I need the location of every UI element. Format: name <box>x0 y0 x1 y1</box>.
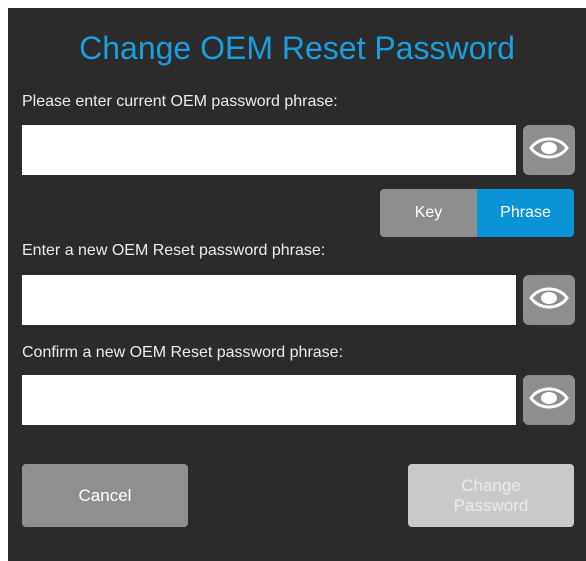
cancel-button[interactable]: Cancel <box>22 464 188 527</box>
current-password-input[interactable] <box>22 125 516 175</box>
current-password-label: Please enter current OEM password phrase… <box>22 93 338 110</box>
new-password-input[interactable] <box>22 275 516 325</box>
toggle-key-option[interactable]: Key <box>380 189 477 237</box>
current-password-reveal-button[interactable] <box>523 125 575 175</box>
change-password-button[interactable]: Change Password <box>408 464 574 527</box>
change-password-dialog: Change OEM Reset Password Please enter c… <box>8 8 586 561</box>
change-password-label-line2: Password <box>453 495 529 515</box>
key-phrase-toggle: Key Phrase <box>380 189 574 237</box>
new-password-reveal-button[interactable] <box>523 275 575 325</box>
eye-icon <box>529 135 569 166</box>
confirm-password-label: Confirm a new OEM Reset password phrase: <box>22 344 344 361</box>
dialog-title: Change OEM Reset Password <box>79 30 515 66</box>
eye-icon <box>529 285 569 316</box>
new-password-label: Enter a new OEM Reset password phrase: <box>22 242 326 259</box>
confirm-password-input[interactable] <box>22 375 516 425</box>
change-password-label-line1: Change <box>461 475 521 495</box>
confirm-password-reveal-button[interactable] <box>523 375 575 425</box>
toggle-phrase-option[interactable]: Phrase <box>477 189 574 237</box>
eye-icon <box>529 385 569 416</box>
